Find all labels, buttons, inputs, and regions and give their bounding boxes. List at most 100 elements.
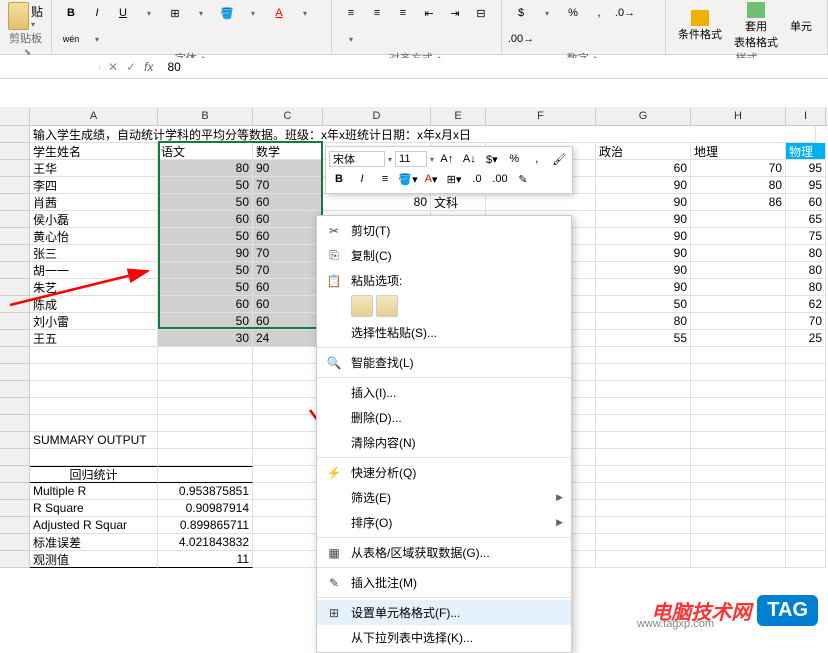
cancel-icon[interactable]: ✕: [108, 60, 118, 74]
context-menu-item[interactable]: 插入(I)...: [317, 380, 571, 405]
name-box[interactable]: [0, 65, 100, 69]
cell[interactable]: [596, 347, 691, 364]
cell[interactable]: [691, 228, 786, 245]
row-header[interactable]: [0, 296, 30, 313]
context-menu-item[interactable]: 选择性粘贴(S)...: [317, 320, 571, 345]
cell[interactable]: [158, 432, 253, 449]
row-header[interactable]: [0, 551, 30, 568]
percent-button[interactable]: %: [562, 2, 584, 24]
font-color-button[interactable]: A: [268, 2, 290, 24]
cell[interactable]: 陈成: [30, 296, 158, 313]
cell[interactable]: [253, 534, 323, 551]
cell[interactable]: 50: [158, 262, 253, 279]
font-size-select[interactable]: [395, 151, 427, 167]
align-left-icon[interactable]: ≡: [340, 2, 362, 24]
cell[interactable]: [596, 483, 691, 500]
cell[interactable]: [691, 398, 786, 415]
column-header[interactable]: C: [253, 107, 323, 125]
cell[interactable]: [691, 211, 786, 228]
cell[interactable]: [253, 432, 323, 449]
table-format-button[interactable]: 套用 表格格式: [730, 2, 782, 50]
cell[interactable]: [691, 245, 786, 262]
paste-option-button[interactable]: [351, 295, 373, 317]
cell[interactable]: 60: [253, 313, 323, 330]
cell[interactable]: 80: [786, 262, 826, 279]
bold-button[interactable]: B: [60, 2, 82, 24]
cell[interactable]: 80: [786, 245, 826, 262]
format-painter-icon[interactable]: 🖌: [550, 150, 570, 168]
decrease-font-icon[interactable]: A↓: [460, 150, 480, 168]
cell[interactable]: 80: [323, 194, 431, 211]
cell[interactable]: 物理: [786, 143, 826, 160]
cell[interactable]: 肖茜: [30, 194, 158, 211]
cell[interactable]: [786, 500, 826, 517]
cell[interactable]: 60: [786, 194, 826, 211]
cell[interactable]: 80: [786, 279, 826, 296]
column-header[interactable]: A: [30, 107, 158, 125]
cell[interactable]: 55: [596, 330, 691, 347]
cell[interactable]: [691, 517, 786, 534]
cell[interactable]: 4.021843832: [158, 534, 253, 551]
cell[interactable]: [596, 432, 691, 449]
row-header[interactable]: [0, 177, 30, 194]
cell[interactable]: [691, 466, 786, 483]
cell[interactable]: [158, 449, 253, 466]
cell[interactable]: [786, 483, 826, 500]
cell[interactable]: 标准误差: [30, 534, 158, 551]
paste-option-button[interactable]: [376, 295, 398, 317]
cell[interactable]: 胡一一: [30, 262, 158, 279]
cell[interactable]: [786, 432, 826, 449]
paste-label[interactable]: 贴: [31, 3, 43, 20]
paste-icon[interactable]: [8, 2, 29, 30]
cell[interactable]: [596, 466, 691, 483]
cell[interactable]: [158, 398, 253, 415]
cell[interactable]: 25: [786, 330, 826, 347]
cell[interactable]: 侯小磊: [30, 211, 158, 228]
cell[interactable]: 输入学生成绩，自动统计学科的平均分等数据。班级：x年x班统计日期：x年x月x日: [30, 126, 816, 143]
row-header[interactable]: [0, 415, 30, 432]
cell[interactable]: 回归统计: [30, 466, 158, 483]
context-menu-item[interactable]: ✎插入批注(M): [317, 570, 571, 595]
cell[interactable]: [596, 500, 691, 517]
cell[interactable]: [691, 483, 786, 500]
cell[interactable]: 90: [158, 245, 253, 262]
cell[interactable]: 90: [596, 211, 691, 228]
cell[interactable]: 60: [253, 296, 323, 313]
cell[interactable]: 90: [596, 262, 691, 279]
cell[interactable]: [253, 466, 323, 483]
cell[interactable]: 黄心怡: [30, 228, 158, 245]
cell[interactable]: [786, 381, 826, 398]
select-all-corner[interactable]: [0, 107, 30, 125]
cell[interactable]: [691, 534, 786, 551]
cell[interactable]: [786, 517, 826, 534]
cell[interactable]: [596, 534, 691, 551]
cell[interactable]: [253, 517, 323, 534]
cell[interactable]: 学生姓名: [30, 143, 158, 160]
column-header[interactable]: F: [486, 107, 596, 125]
cell[interactable]: 张三: [30, 245, 158, 262]
context-menu-item[interactable]: 删除(D)...: [317, 405, 571, 430]
context-menu-item[interactable]: 🔍智能查找(L): [317, 350, 571, 375]
cell[interactable]: [596, 415, 691, 432]
cell[interactable]: 60: [596, 160, 691, 177]
cell[interactable]: R Square: [30, 500, 158, 517]
cell[interactable]: 90: [596, 245, 691, 262]
cell[interactable]: 0.953875851: [158, 483, 253, 500]
border-icon[interactable]: ⊞▾: [444, 170, 464, 188]
cell[interactable]: [691, 381, 786, 398]
currency-button[interactable]: $: [510, 2, 532, 24]
cell[interactable]: [786, 347, 826, 364]
cell[interactable]: [786, 398, 826, 415]
cell-style-button[interactable]: 单元: [786, 18, 816, 34]
font-family-select[interactable]: [329, 151, 385, 167]
cell[interactable]: 60: [253, 228, 323, 245]
context-menu-item[interactable]: ✂剪切(T): [317, 218, 571, 243]
context-menu-item[interactable]: ⚡快速分析(Q): [317, 460, 571, 485]
cell[interactable]: 80: [596, 313, 691, 330]
cell[interactable]: [158, 466, 253, 483]
cell[interactable]: [596, 398, 691, 415]
context-menu-item[interactable]: 筛选(E)▶: [317, 485, 571, 510]
row-header[interactable]: [0, 194, 30, 211]
percent-icon[interactable]: %: [505, 150, 525, 168]
cell[interactable]: 90: [596, 279, 691, 296]
